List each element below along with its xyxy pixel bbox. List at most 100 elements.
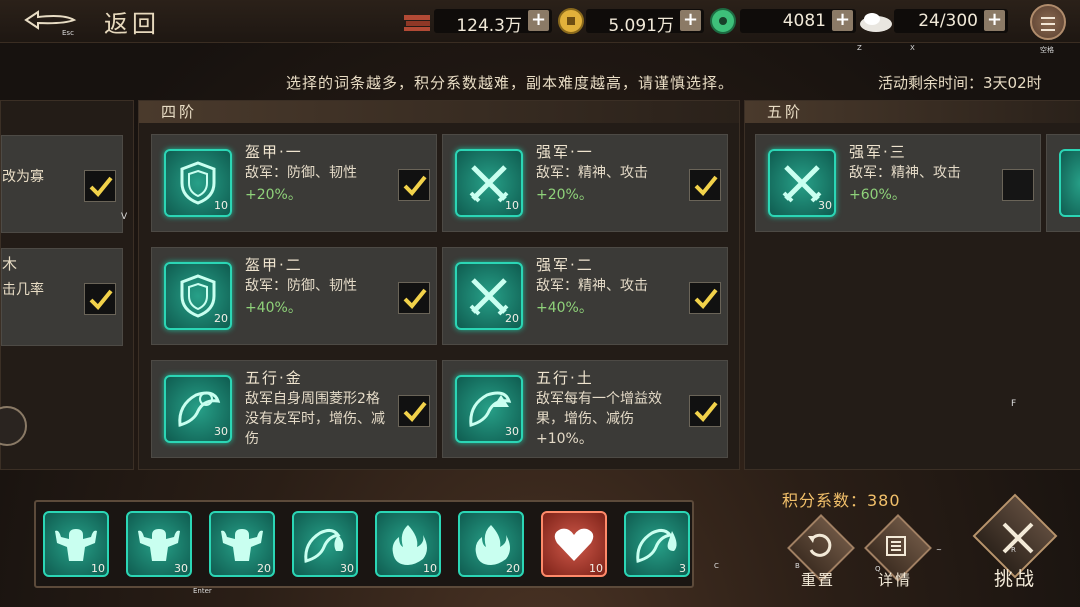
reset-icon [808,533,832,557]
trait-card-metal[interactable]: 30 五行·金 敌军自身周围菱形2格没有友军时，增伤、减伤 [151,360,437,458]
menu-hotkey: 空格 [1040,46,1054,54]
tier3-hotkey: V [121,212,128,222]
wood-add-button[interactable]: + [528,10,549,31]
heart-icon [554,528,594,561]
event-timer: 活动剩余时间：3天02时 [878,74,1042,92]
muscle-icon [55,529,97,561]
water-element-icon [636,528,677,563]
card-desc: 敌军：防御、韧性 [245,278,357,294]
trait-card-army-1[interactable]: 10 强军·一 敌军：精神、攻击 +20%。 [442,134,728,232]
trait-card-armor-1[interactable]: 10 盔甲·一 敌军：防御、韧性 +20%。 [151,134,437,232]
selected-slot-1[interactable]: 10 [43,511,109,577]
card-bonus: +40%。 [536,300,593,316]
jade-add-button[interactable]: + [832,10,853,31]
trait-card-army-2[interactable]: 20 强军·二 敌军：精神、攻击 +40%。 [442,247,728,345]
selected-slot-2[interactable]: 30 [126,511,192,577]
card-bonus: +20%。 [245,187,302,203]
detail-label: 详情 [878,571,913,589]
jade-hotkey: X [910,44,915,52]
formation-toggle-icon[interactable] [0,406,27,446]
card-level: 20 [505,312,519,325]
card-checkbox[interactable] [689,282,721,314]
checkmark-icon [403,401,427,422]
card-title: 强军·一 [536,143,594,161]
trait-card-army-3[interactable]: 30 强军·三 敌军：精神、攻击 +60%。 [755,134,1041,232]
card-checkbox[interactable] [689,395,721,427]
card-title: 强军·三 [849,143,907,161]
challenge-label: 挑战 [994,568,1037,590]
selected-slot-8[interactable]: 3 [624,511,690,577]
menu-icon [1032,6,1064,31]
slot-level: 20 [506,562,520,575]
wood-icon [402,7,432,35]
coin-value: 5.091万 [608,16,674,36]
back-hotkey: Esc [62,29,74,37]
tier5-heading: 五阶 [745,101,1080,123]
reset-hotkey: B [795,562,800,570]
card-level: 30 [505,425,519,438]
tier3-card-2[interactable]: 木 击几率 [1,248,123,346]
slot-level: 30 [340,562,354,575]
selected-slot-6[interactable]: 20 [458,511,524,577]
checkmark-icon [89,289,113,310]
back-button[interactable] [24,8,84,34]
stamina-resource: 24/300 + [894,9,1008,33]
fire-element-icon [304,528,344,563]
top-bar: Esc 返回 124.3万 + 5.091万 + Z 4081 + X 24/3… [0,0,1080,54]
scroll-icon [886,536,906,556]
selected-traits-tray: 10 30 20 30 10 20 10 3 [34,500,694,588]
muscle-icon [138,529,180,561]
card-desc: 敌军：精神、攻击 [536,278,648,294]
partial-icon [1059,149,1080,217]
menu-button[interactable] [1030,4,1066,40]
jade-icon [708,7,738,35]
stamina-add-button[interactable]: + [984,10,1005,31]
card-checkbox[interactable] [84,283,116,315]
tray-side-hotkey: C [714,562,719,570]
trait-card-armor-2[interactable]: 20 盔甲·二 敌军：防御、韧性 +40%。 [151,247,437,345]
jade-value: 4081 [782,11,826,31]
trait-card-partial[interactable] [1046,134,1080,232]
card-level: 30 [214,425,228,438]
card-desc: 敌军每有一个增益效果，增伤、减伤+10%。 [536,391,662,447]
reset-label: 重置 [801,571,836,589]
card-checkbox[interactable] [1002,169,1034,201]
selected-slot-7[interactable]: 10 [541,511,607,577]
card-level: 10 [214,199,228,212]
card-title: 盔甲·二 [245,256,303,274]
card-level: 20 [214,312,228,325]
card-title: 五行·土 [536,369,594,387]
card-desc: 改为寡 [2,169,44,185]
tier4-heading: 四阶 [139,101,739,123]
flame-icon [392,525,427,565]
back-label[interactable]: 返回 [104,4,160,39]
selected-slot-3[interactable]: 20 [209,511,275,577]
coin-hotkey: Z [857,44,862,52]
wood-resource: 124.3万 + [434,9,552,36]
card-desc: 敌军：精神、攻击 [849,165,961,181]
card-bonus: +20%。 [536,187,593,203]
slot-level: 20 [257,562,271,575]
coin-add-button[interactable]: + [680,10,701,31]
selected-slot-5[interactable]: 10 [375,511,441,577]
card-checkbox[interactable] [84,170,116,202]
selected-slot-4[interactable]: 30 [292,511,358,577]
slot-level: 10 [91,562,105,575]
checkmark-icon [694,288,718,309]
card-title: 盔甲·一 [245,143,303,161]
card-desc: 敌军：精神、攻击 [536,165,648,181]
checkmark-icon [694,401,718,422]
tier5-panel: 五阶 30 强军·三 敌军：精神、攻击 +60%。 F [744,100,1080,470]
stamina-icon [858,7,894,35]
card-title: 木 [2,255,18,273]
checkmark-icon [694,175,718,196]
card-checkbox[interactable] [398,395,430,427]
tier3-card-1[interactable]: 改为寡 [1,135,123,233]
card-title: 五行·金 [245,369,303,387]
flame-icon [475,525,510,565]
card-checkbox[interactable] [398,169,430,201]
card-checkbox[interactable] [689,169,721,201]
card-checkbox[interactable] [398,282,430,314]
card-bonus: +40%。 [245,300,302,316]
trait-card-earth[interactable]: 30 五行·土 敌军每有一个增益效果，增伤、减伤+10%。 [442,360,728,458]
